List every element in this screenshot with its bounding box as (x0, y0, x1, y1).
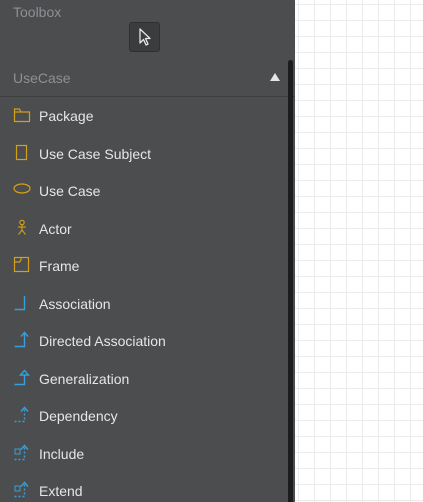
tool-label: Frame (39, 258, 80, 274)
use-case-subject-icon (15, 144, 28, 160)
tool-label: Extend (39, 483, 83, 499)
toolbox-title: Toolbox (13, 4, 62, 20)
extend-icon (14, 481, 29, 498)
package-icon (13, 108, 31, 123)
tool-generalization[interactable]: Generalization (0, 361, 288, 399)
directed-association-icon (14, 331, 29, 348)
pointer-tool-button[interactable] (129, 22, 160, 52)
tool-include[interactable]: Include (0, 436, 288, 474)
tool-directed-association[interactable]: Directed Association (0, 323, 288, 361)
tool-actor[interactable]: Actor (0, 211, 288, 249)
cursor-arrow-icon (138, 28, 151, 46)
generalization-icon (14, 368, 31, 385)
tool-association[interactable]: Association (0, 286, 288, 324)
tool-label: Use Case Subject (39, 145, 152, 162)
section-title: UseCase (13, 70, 71, 86)
tool-frame[interactable]: Frame (0, 248, 288, 286)
tool-label: Association (39, 295, 111, 312)
tool-use-case[interactable]: Use Case (0, 173, 288, 211)
actor-icon (18, 219, 26, 235)
toolbox-panel: Toolbox UseCase Package Use Case Subject (0, 0, 295, 502)
tool-label: Actor (39, 220, 72, 237)
dependency-icon (14, 406, 29, 423)
tool-extend[interactable]: Extend (0, 473, 288, 502)
tool-dependency[interactable]: Dependency (0, 398, 288, 436)
frame-icon (13, 256, 30, 273)
diagram-canvas[interactable] (295, 0, 423, 502)
association-icon (14, 295, 26, 310)
tool-label: Dependency (39, 408, 118, 424)
usecase-section-header[interactable]: UseCase (0, 60, 295, 97)
use-case-icon (13, 183, 31, 194)
include-icon (14, 443, 29, 460)
toolbox-scrollbar[interactable] (288, 60, 293, 502)
tool-list: Package Use Case Subject Use Case Actor (0, 98, 288, 502)
tool-label: Generalization (39, 370, 130, 387)
tool-label: Package (39, 108, 94, 124)
tool-use-case-subject[interactable]: Use Case Subject (0, 136, 288, 174)
tool-label: Include (39, 445, 85, 462)
tool-label: Directed Association (39, 333, 166, 349)
triangle-up-icon[interactable] (270, 73, 280, 81)
tool-label: Use Case (39, 183, 101, 199)
tool-package[interactable]: Package (0, 98, 288, 136)
